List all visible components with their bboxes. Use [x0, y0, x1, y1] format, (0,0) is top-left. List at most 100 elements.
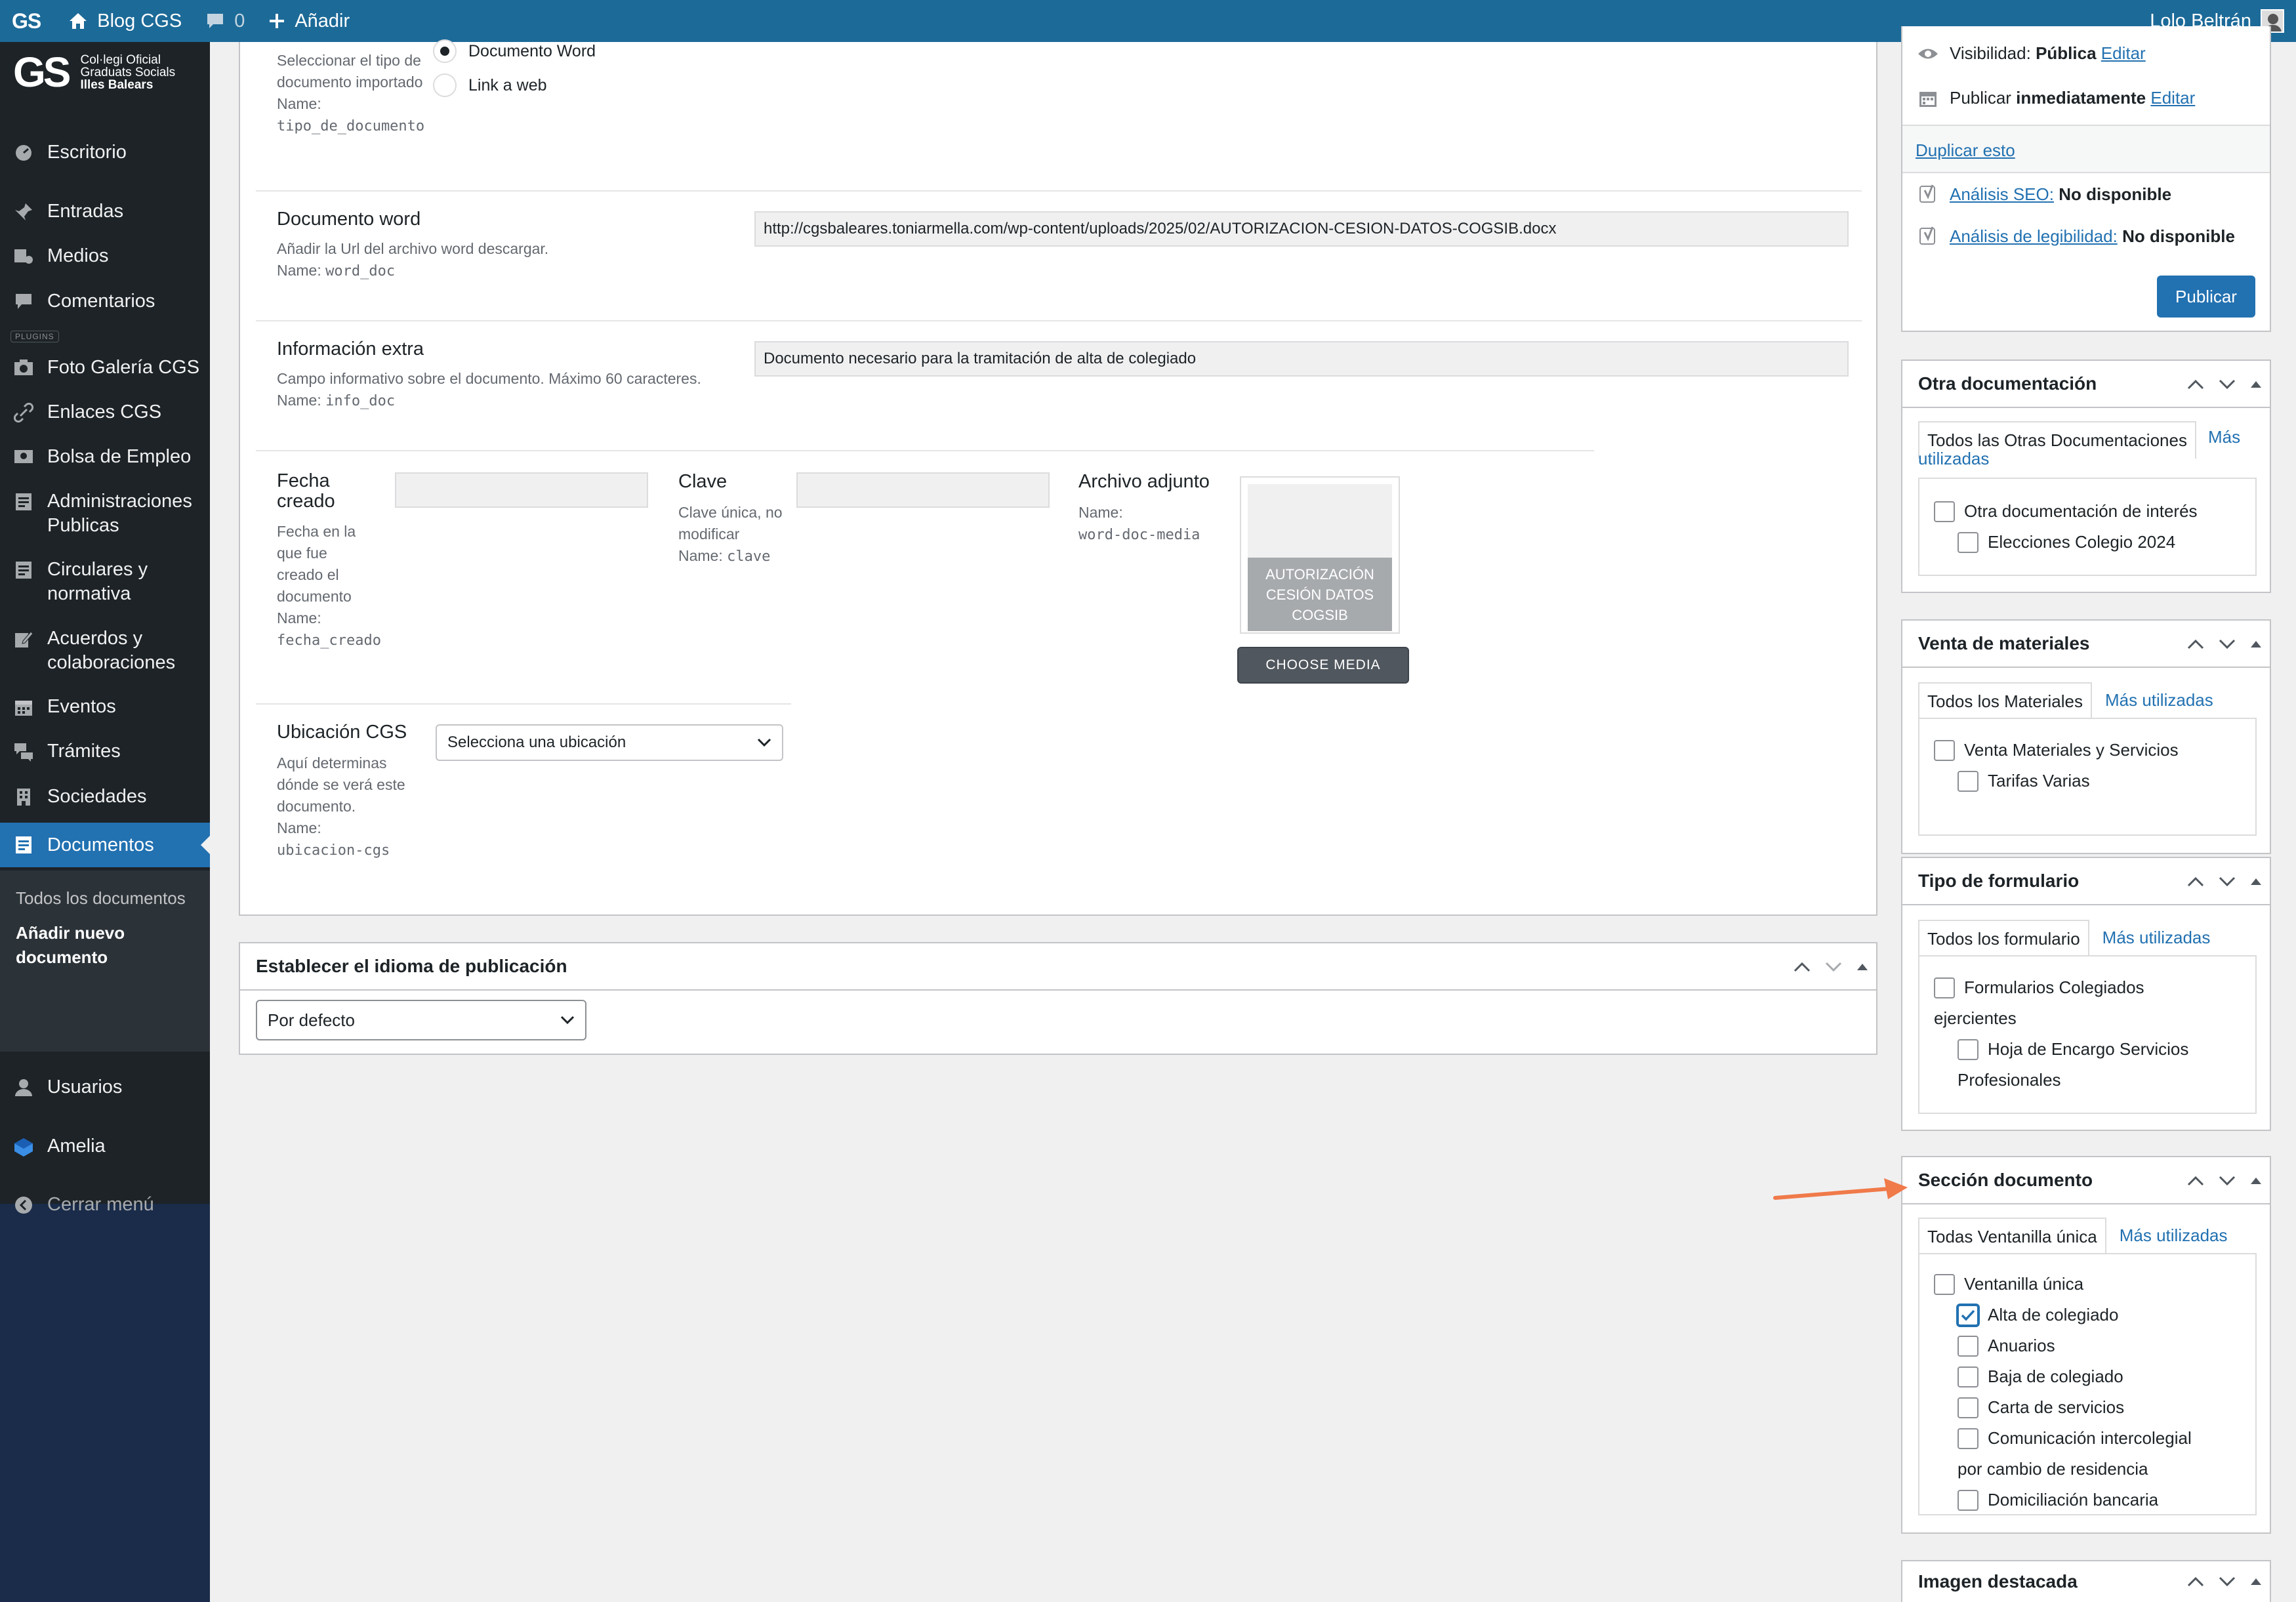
toggle-panel-icon[interactable]: [2250, 1578, 2262, 1586]
submenu-todos-documentos[interactable]: Todos los documentos: [16, 886, 194, 911]
choose-media-button[interactable]: CHOOSE MEDIA: [1237, 647, 1409, 684]
checkbox[interactable]: [1958, 1335, 1978, 1357]
readability-analysis-link[interactable]: Análisis de legibilidad:: [1950, 226, 2118, 247]
move-down-icon[interactable]: [2219, 1176, 2236, 1186]
category-item[interactable]: Otra documentación de interés: [1934, 496, 2198, 527]
menu-item-bolsa-empleo[interactable]: Bolsa de Empleo: [0, 445, 210, 469]
submenu-anadir-nuevo[interactable]: Añadir nuevo documento: [16, 921, 194, 970]
comments-link[interactable]: 0: [194, 0, 256, 42]
brand-logo[interactable]: GS Col·legi Oficial Graduats Socials Ill…: [0, 42, 210, 102]
menu-label: Acuerdos y colaboraciones: [47, 628, 176, 673]
tab-most-used[interactable]: Más utilizadas: [2092, 682, 2226, 718]
move-up-icon[interactable]: [2187, 379, 2204, 390]
tab-all[interactable]: Todas Ventanilla única: [1918, 1218, 2106, 1255]
checkbox-checked[interactable]: [1958, 1304, 1978, 1326]
move-down-icon[interactable]: [2219, 639, 2236, 649]
checkbox[interactable]: [1934, 739, 1955, 761]
move-down-icon[interactable]: [2219, 1576, 2236, 1587]
checkbox[interactable]: [1934, 1273, 1955, 1295]
tab-all[interactable]: Todos los formulario: [1918, 920, 2089, 957]
menu-item-usuarios[interactable]: Usuarios: [0, 1075, 210, 1099]
checkbox[interactable]: [1934, 977, 1955, 998]
fecha-creado-input[interactable]: [395, 472, 648, 508]
category-item[interactable]: Domiciliación bancaria: [1958, 1485, 2158, 1514]
menu-item-entradas[interactable]: Entradas: [0, 199, 210, 224]
checkbox[interactable]: [1958, 1427, 1978, 1449]
toggle-panel-icon[interactable]: [2250, 640, 2262, 648]
menu-item-enlaces[interactable]: Enlaces CGS: [0, 400, 210, 424]
info-doc-input[interactable]: Documento necesario para la tramitación …: [754, 341, 1849, 377]
toggle-panel-icon[interactable]: [2250, 1177, 2262, 1185]
language-select[interactable]: Por defecto: [256, 1000, 586, 1040]
menu-item-administraciones[interactable]: Administraciones Publicas: [0, 489, 210, 538]
toggle-panel-icon[interactable]: [2250, 380, 2262, 388]
collapse-menu-button[interactable]: Cerrar menú: [0, 1193, 210, 1217]
menu-item-acuerdos[interactable]: Acuerdos y colaboraciones: [0, 626, 210, 675]
radio-documento-word[interactable]: Documento Word: [433, 39, 596, 63]
word-doc-url-input[interactable]: http://cgsbaleares.toniarmella.com/wp-co…: [754, 211, 1849, 247]
checkbox[interactable]: [1958, 1489, 1978, 1511]
category-item[interactable]: Ventanilla única: [1934, 1269, 2083, 1300]
menu-item-escritorio[interactable]: Escritorio: [0, 140, 210, 165]
visibility-edit-link[interactable]: Editar: [2101, 43, 2146, 64]
category-item[interactable]: Tarifas Varias: [1958, 766, 2090, 796]
menu-item-sociedades[interactable]: Sociedades: [0, 785, 210, 809]
media-thumbnail[interactable]: AUTORIZACIÓN CESIÓN DATOS COGSIB: [1240, 476, 1400, 634]
radio-link-web[interactable]: Link a web: [433, 73, 547, 97]
menu-item-documentos[interactable]: Documentos: [0, 823, 210, 867]
duplicate-link[interactable]: Duplicar esto: [1916, 140, 2015, 161]
menu-item-eventos[interactable]: Eventos: [0, 695, 210, 719]
checkbox[interactable]: [1958, 531, 1978, 553]
tab-most-used[interactable]: Más: [2196, 421, 2240, 449]
tab-most-used[interactable]: Más utilizadas: [2106, 1218, 2241, 1254]
move-up-icon[interactable]: [2187, 1576, 2204, 1587]
add-new-link[interactable]: Añadir: [256, 0, 361, 42]
publish-label: Publicar: [1950, 88, 2011, 108]
postbox-title: Otra documentación: [1918, 373, 2097, 394]
field-tipo-documento: Seleccionar el tipo de documento importa…: [277, 50, 441, 137]
menu-item-amelia[interactable]: Amelia: [0, 1134, 210, 1159]
ubicacion-select[interactable]: Selecciona una ubicación: [436, 724, 783, 761]
radio-button[interactable]: [433, 39, 457, 63]
tab-all[interactable]: Todos los Materiales: [1918, 682, 2092, 720]
clave-input[interactable]: [796, 472, 1050, 508]
category-item[interactable]: Formularios Colegiados: [1934, 972, 2144, 1003]
category-item[interactable]: Anuarios: [1958, 1330, 2055, 1361]
move-up-icon[interactable]: [2187, 1176, 2204, 1186]
checkbox[interactable]: [1958, 1038, 1978, 1060]
site-name-link[interactable]: Blog CGS: [56, 0, 194, 42]
menu-item-comentarios[interactable]: Comentarios: [0, 289, 210, 314]
tab-most-used-line-2[interactable]: utilizadas: [1918, 449, 1989, 469]
publish-button[interactable]: Publicar: [2157, 276, 2255, 318]
menu-item-tramites[interactable]: Trámites: [0, 739, 210, 764]
site-logo[interactable]: GS: [0, 0, 56, 42]
move-down-icon[interactable]: [2219, 876, 2236, 887]
move-up-icon[interactable]: [1794, 962, 1811, 972]
seo-analysis-link[interactable]: Análisis SEO:: [1950, 184, 2054, 205]
category-item[interactable]: Hoja de Encargo Servicios: [1958, 1034, 2188, 1065]
field-label: Ubicación CGS: [277, 722, 407, 743]
category-item[interactable]: Comunicación intercolegial: [1958, 1423, 2192, 1454]
tab-most-used[interactable]: Más utilizadas: [2089, 920, 2224, 956]
category-item[interactable]: Carta de servicios: [1958, 1392, 2124, 1423]
move-down-icon[interactable]: [1825, 962, 1842, 972]
publish-edit-link[interactable]: Editar: [2150, 88, 2195, 108]
radio-button[interactable]: [433, 73, 457, 97]
move-up-icon[interactable]: [2187, 876, 2204, 887]
menu-item-circulares[interactable]: Circulares y normativa: [0, 558, 210, 606]
toggle-panel-icon[interactable]: [2250, 878, 2262, 886]
checkbox[interactable]: [1958, 1366, 1978, 1387]
toggle-panel-icon[interactable]: [1856, 963, 1868, 971]
category-item[interactable]: Elecciones Colegio 2024: [1958, 527, 2175, 558]
category-item[interactable]: Venta Materiales y Servicios: [1934, 735, 2179, 766]
menu-item-medios[interactable]: Medios: [0, 244, 210, 268]
checkbox[interactable]: [1958, 770, 1978, 792]
checkbox[interactable]: [1958, 1397, 1978, 1418]
menu-item-foto-galeria[interactable]: Foto Galería CGS: [0, 356, 210, 380]
checkbox[interactable]: [1934, 501, 1955, 522]
category-item[interactable]: Baja de colegiado: [1958, 1361, 2123, 1392]
move-down-icon[interactable]: [2219, 379, 2236, 390]
move-up-icon[interactable]: [2187, 639, 2204, 649]
category-item[interactable]: Alta de colegiado: [1958, 1300, 2118, 1330]
menu-label: Circulares y normativa: [47, 559, 148, 604]
